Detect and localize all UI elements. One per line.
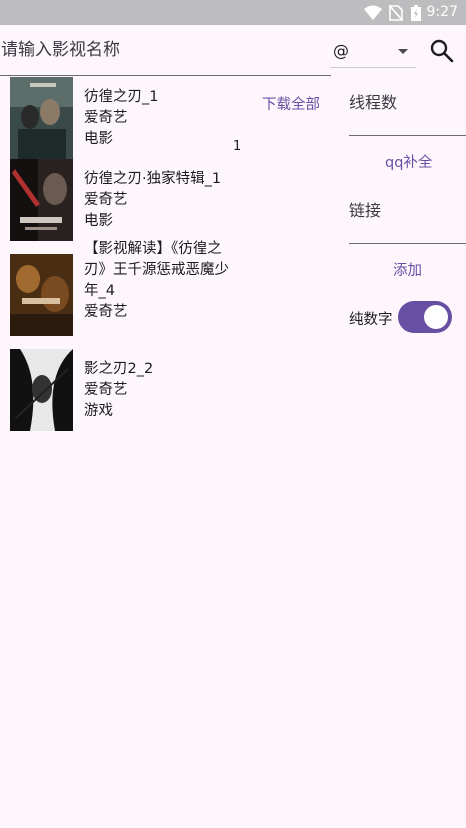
item-title: 【影视解读】《彷徨之刃》王千源惩戒恶魔少年_4 bbox=[84, 241, 229, 299]
pure-number-toggle[interactable] bbox=[398, 301, 452, 333]
status-bar: 9:27 bbox=[0, 0, 466, 25]
item-type: 电影 bbox=[84, 213, 113, 229]
poster-image bbox=[10, 159, 73, 241]
item-type: 游戏 bbox=[84, 403, 113, 419]
item-source: 爱奇艺 bbox=[84, 110, 128, 126]
link-field[interactable] bbox=[349, 185, 466, 244]
thread-count-field[interactable] bbox=[349, 77, 466, 136]
thread-count-input[interactable] bbox=[349, 93, 459, 112]
pure-number-label: 纯数字 bbox=[349, 312, 393, 328]
status-time: 9:27 bbox=[426, 4, 458, 20]
poster-image bbox=[10, 254, 73, 336]
battery-icon bbox=[411, 5, 421, 21]
poster-image bbox=[10, 77, 73, 159]
count-label: 1 bbox=[233, 139, 242, 154]
dropdown-arrow-icon bbox=[398, 49, 408, 54]
search-bar: @ bbox=[0, 25, 466, 77]
item-source: 爱奇艺 bbox=[84, 304, 128, 320]
source-select-value: @ bbox=[333, 41, 349, 60]
item-title: 彷徨之刃_1 bbox=[84, 89, 159, 105]
link-input[interactable] bbox=[349, 201, 459, 220]
no-sim-icon bbox=[389, 5, 403, 21]
search-input[interactable] bbox=[0, 25, 331, 76]
item-source: 爱奇艺 bbox=[84, 192, 128, 208]
qq-complete-button[interactable]: qq补全 bbox=[385, 151, 432, 172]
item-title: 影之刃2_2 bbox=[84, 361, 154, 377]
add-button[interactable]: 添加 bbox=[393, 259, 422, 280]
toggle-knob bbox=[424, 305, 448, 329]
item-title: 彷徨之刃·独家特辑_1 bbox=[84, 171, 222, 187]
download-all-button[interactable]: 下载全部 bbox=[262, 93, 320, 114]
item-source: 爱奇艺 bbox=[84, 382, 128, 398]
item-type: 电影 bbox=[84, 131, 113, 147]
search-icon[interactable] bbox=[428, 37, 456, 65]
source-select[interactable]: @ bbox=[330, 33, 416, 68]
poster-image bbox=[10, 349, 73, 431]
wifi-icon bbox=[364, 5, 382, 20]
